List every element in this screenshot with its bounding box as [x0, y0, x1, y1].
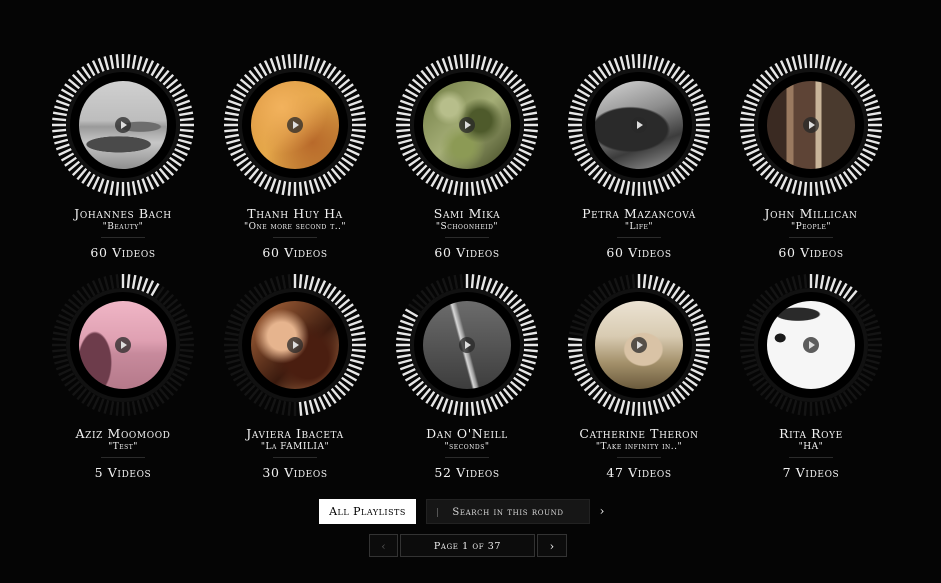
divider — [445, 237, 489, 238]
playlist-title: "One more second t.." — [243, 222, 347, 232]
playlist-thumbnail[interactable] — [251, 301, 339, 389]
playlist-card[interactable]: John Millican "People" 60 Videos — [725, 48, 897, 268]
playlist-card[interactable]: Aziz Moomood "Test" 5 Videos — [37, 268, 209, 488]
thumbnail-frame — [222, 272, 368, 418]
play-icon[interactable] — [459, 117, 475, 133]
play-icon[interactable] — [631, 117, 647, 133]
divider — [789, 237, 833, 238]
playlist-author[interactable]: Catherine Theron — [553, 426, 725, 441]
playlist-thumbnail[interactable] — [595, 301, 683, 389]
divider — [445, 457, 489, 458]
playlist-thumbnail[interactable] — [79, 81, 167, 169]
playlist-card[interactable]: Thanh Huy Ha "One more second t.." 60 Vide… — [209, 48, 381, 268]
playlist-title: "La FAMILIA" — [260, 442, 330, 452]
thumbnail-frame — [50, 52, 196, 198]
thumbnail-frame — [566, 52, 712, 198]
playlist-title: "Test" — [108, 442, 138, 452]
video-count: 60 Videos — [606, 245, 672, 260]
video-count: 60 Videos — [434, 245, 500, 260]
chevron-left-icon[interactable]: ‹ — [369, 534, 398, 557]
playlist-thumbnail[interactable] — [423, 301, 511, 389]
playlist-controls: All Playlists Search in this round › — [319, 499, 619, 524]
playlist-title: "People" — [790, 222, 832, 232]
divider — [273, 457, 317, 458]
playlist-thumbnail[interactable] — [595, 81, 683, 169]
chevron-right-icon[interactable]: › — [595, 499, 609, 524]
all-playlists-button[interactable]: All Playlists — [319, 499, 416, 524]
playlist-title: "Schoonheid" — [435, 222, 499, 232]
play-icon[interactable] — [287, 117, 303, 133]
video-count: 47 Videos — [606, 465, 672, 480]
play-icon[interactable] — [803, 117, 819, 133]
playlist-thumbnail[interactable] — [767, 301, 855, 389]
play-icon[interactable] — [287, 337, 303, 353]
search-in-round-button[interactable]: Search in this round — [426, 499, 590, 524]
playlist-title: "seconds" — [444, 442, 490, 452]
thumbnail-frame — [394, 52, 540, 198]
thumbnail-frame — [394, 272, 540, 418]
thumbnail-frame — [738, 272, 884, 418]
playlist-title: "Take infinity in.." — [595, 442, 683, 452]
video-count: 60 Videos — [778, 245, 844, 260]
video-count: 60 Videos — [90, 245, 156, 260]
play-icon[interactable] — [115, 117, 131, 133]
video-count: 30 Videos — [262, 465, 328, 480]
divider — [101, 457, 145, 458]
playlist-title: "Life" — [624, 222, 654, 232]
divider — [789, 457, 833, 458]
playlist-card[interactable]: Sami Mika "Schoonheid" 60 Videos — [381, 48, 553, 268]
playlist-author[interactable]: Petra Mazancová — [553, 206, 725, 221]
pagination: ‹ Page 1 of 37 › — [369, 534, 569, 557]
divider — [617, 237, 661, 238]
playlist-thumbnail[interactable] — [251, 81, 339, 169]
playlist-card[interactable]: Rita Roye "HA" 7 Videos — [725, 268, 897, 488]
thumbnail-frame — [738, 52, 884, 198]
playlist-thumbnail[interactable] — [79, 301, 167, 389]
playlist-author[interactable]: Aziz Moomood — [37, 426, 209, 441]
playlist-title: "HA" — [798, 442, 824, 452]
divider — [273, 237, 317, 238]
playlist-author[interactable]: John Millican — [725, 206, 897, 221]
video-count: 52 Videos — [434, 465, 500, 480]
playlist-thumbnail[interactable] — [767, 81, 855, 169]
playlist-author[interactable]: Javiera Ibaceta — [209, 426, 381, 441]
play-icon[interactable] — [631, 337, 647, 353]
playlist-grid: Johannes Bach "Beauty" 60 Videos Thanh Huy … — [37, 48, 897, 488]
thumbnail-frame — [50, 272, 196, 418]
playlist-card[interactable]: Javiera Ibaceta "La FAMILIA" 30 Videos — [209, 268, 381, 488]
search-in-round-label: Search in this round — [452, 507, 564, 518]
page-indicator: Page 1 of 37 — [400, 534, 535, 557]
playlist-author[interactable]: Dan O'Neill — [381, 426, 553, 441]
divider — [617, 457, 661, 458]
playlist-author[interactable]: Thanh Huy Ha — [209, 206, 381, 221]
playlist-author[interactable]: Sami Mika — [381, 206, 553, 221]
playlist-card[interactable]: Catherine Theron "Take infinity in.." 47 V… — [553, 268, 725, 488]
playlist-thumbnail[interactable] — [423, 81, 511, 169]
playlist-author[interactable]: Johannes Bach — [37, 206, 209, 221]
video-count: 7 Videos — [782, 465, 840, 480]
playlist-card[interactable]: Johannes Bach "Beauty" 60 Videos — [37, 48, 209, 268]
divider — [437, 508, 438, 517]
video-count: 60 Videos — [262, 245, 328, 260]
thumbnail-frame — [566, 272, 712, 418]
thumbnail-frame — [222, 52, 368, 198]
play-icon[interactable] — [459, 337, 475, 353]
video-count: 5 Videos — [94, 465, 152, 480]
playlist-card[interactable]: Dan O'Neill "seconds" 52 Videos — [381, 268, 553, 488]
playlist-title: "Beauty" — [102, 222, 144, 232]
playlist-author[interactable]: Rita Roye — [725, 426, 897, 441]
chevron-right-icon[interactable]: › — [537, 534, 567, 557]
playlist-card[interactable]: Petra Mazancová "Life" 60 Videos — [553, 48, 725, 268]
divider — [101, 237, 145, 238]
play-icon[interactable] — [115, 337, 131, 353]
play-icon[interactable] — [803, 337, 819, 353]
